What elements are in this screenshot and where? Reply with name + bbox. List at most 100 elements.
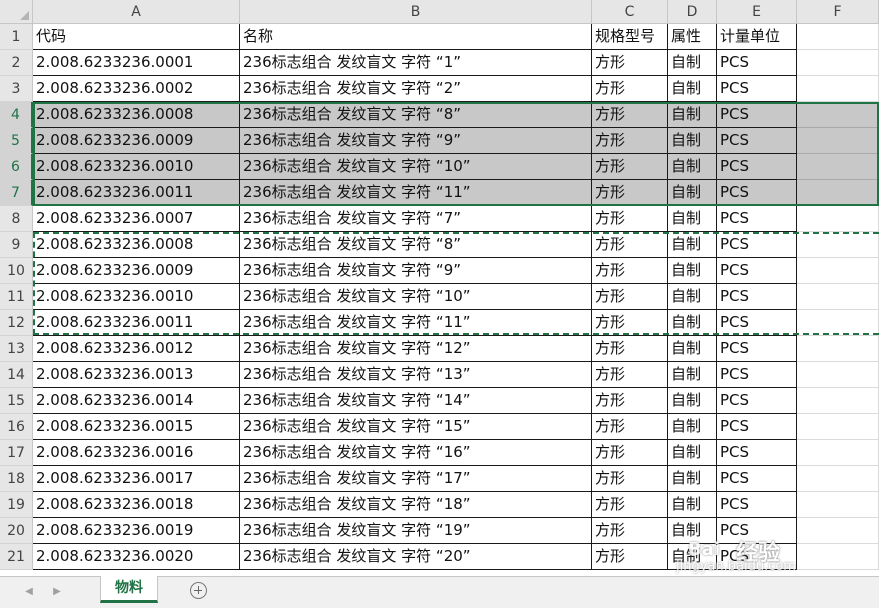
select-all-corner[interactable] [0, 0, 33, 24]
cell-b10[interactable]: 236标志组合 发纹盲文 字符 “9” [240, 258, 592, 284]
cell-d12[interactable]: 自制 [668, 310, 717, 336]
cell-a3[interactable]: 2.008.6233236.0002 [33, 76, 240, 102]
cell-f10[interactable] [797, 258, 879, 284]
cell-e13[interactable]: PCS [717, 336, 797, 362]
cell-b11[interactable]: 236标志组合 发纹盲文 字符 “10” [240, 284, 592, 310]
cell-e2[interactable]: PCS [717, 50, 797, 76]
cell-e16[interactable]: PCS [717, 414, 797, 440]
row-header-4[interactable]: 4 [0, 102, 33, 128]
cell-c16[interactable]: 方形 [592, 414, 668, 440]
row-header-8[interactable]: 8 [0, 206, 33, 232]
cell-b18[interactable]: 236标志组合 发纹盲文 字符 “17” [240, 466, 592, 492]
cell-f12[interactable] [797, 310, 879, 336]
cell-a17[interactable]: 2.008.6233236.0016 [33, 440, 240, 466]
cell-c15[interactable]: 方形 [592, 388, 668, 414]
cell-e12[interactable]: PCS [717, 310, 797, 336]
cell-d11[interactable]: 自制 [668, 284, 717, 310]
cell-e19[interactable]: PCS [717, 492, 797, 518]
cell-c21[interactable]: 方形 [592, 544, 668, 570]
cell-f8[interactable] [797, 206, 879, 232]
cell-d14[interactable]: 自制 [668, 362, 717, 388]
cell-c7[interactable]: 方形 [592, 180, 668, 206]
row-header-11[interactable]: 11 [0, 284, 33, 310]
cell-f21[interactable] [797, 544, 879, 570]
cell-b13[interactable]: 236标志组合 发纹盲文 字符 “12” [240, 336, 592, 362]
row-header-19[interactable]: 19 [0, 492, 33, 518]
cell-b12[interactable]: 236标志组合 发纹盲文 字符 “11” [240, 310, 592, 336]
cell-c19[interactable]: 方形 [592, 492, 668, 518]
cell-e9[interactable]: PCS [717, 232, 797, 258]
cell-e5[interactable]: PCS [717, 128, 797, 154]
cell-a20[interactable]: 2.008.6233236.0019 [33, 518, 240, 544]
next-sheet-icon[interactable]: ▶ [50, 585, 64, 599]
cell-a12[interactable]: 2.008.6233236.0011 [33, 310, 240, 336]
cell-a19[interactable]: 2.008.6233236.0018 [33, 492, 240, 518]
row-header-1[interactable]: 1 [0, 24, 33, 50]
cell-c10[interactable]: 方形 [592, 258, 668, 284]
cell-e6[interactable]: PCS [717, 154, 797, 180]
row-header-15[interactable]: 15 [0, 388, 33, 414]
cell-d8[interactable]: 自制 [668, 206, 717, 232]
cell-a7[interactable]: 2.008.6233236.0011 [33, 180, 240, 206]
cell-f16[interactable] [797, 414, 879, 440]
column-header-a[interactable]: A [33, 0, 240, 24]
cell-a9[interactable]: 2.008.6233236.0008 [33, 232, 240, 258]
cell-d3[interactable]: 自制 [668, 76, 717, 102]
cell-e15[interactable]: PCS [717, 388, 797, 414]
cell-d17[interactable]: 自制 [668, 440, 717, 466]
cell-b20[interactable]: 236标志组合 发纹盲文 字符 “19” [240, 518, 592, 544]
cell-f1[interactable] [797, 24, 879, 50]
cell-a5[interactable]: 2.008.6233236.0009 [33, 128, 240, 154]
cell-d18[interactable]: 自制 [668, 466, 717, 492]
cell-d20[interactable]: 自制 [668, 518, 717, 544]
cell-a8[interactable]: 2.008.6233236.0007 [33, 206, 240, 232]
cell-d21[interactable]: 自制 [668, 544, 717, 570]
cell-b8[interactable]: 236标志组合 发纹盲文 字符 “7” [240, 206, 592, 232]
cell-b4[interactable]: 236标志组合 发纹盲文 字符 “8” [240, 102, 592, 128]
row-header-21[interactable]: 21 [0, 544, 33, 570]
cell-c1[interactable]: 规格型号 [592, 24, 668, 50]
row-header-3[interactable]: 3 [0, 76, 33, 102]
cell-b9[interactable]: 236标志组合 发纹盲文 字符 “8” [240, 232, 592, 258]
cell-e21[interactable]: PCS [717, 544, 797, 570]
cell-b7[interactable]: 236标志组合 发纹盲文 字符 “11” [240, 180, 592, 206]
cell-e1[interactable]: 计量单位 [717, 24, 797, 50]
cell-e3[interactable]: PCS [717, 76, 797, 102]
cell-c9[interactable]: 方形 [592, 232, 668, 258]
cell-b14[interactable]: 236标志组合 发纹盲文 字符 “13” [240, 362, 592, 388]
cell-a15[interactable]: 2.008.6233236.0014 [33, 388, 240, 414]
cell-c4[interactable]: 方形 [592, 102, 668, 128]
cell-f3[interactable] [797, 76, 879, 102]
row-header-7[interactable]: 7 [0, 180, 33, 206]
cell-d16[interactable]: 自制 [668, 414, 717, 440]
row-header-9[interactable]: 9 [0, 232, 33, 258]
row-header-17[interactable]: 17 [0, 440, 33, 466]
column-header-e[interactable]: E [717, 0, 797, 24]
cell-b15[interactable]: 236标志组合 发纹盲文 字符 “14” [240, 388, 592, 414]
cell-d5[interactable]: 自制 [668, 128, 717, 154]
cell-e4[interactable]: PCS [717, 102, 797, 128]
row-header-2[interactable]: 2 [0, 50, 33, 76]
cell-d10[interactable]: 自制 [668, 258, 717, 284]
cell-c2[interactable]: 方形 [592, 50, 668, 76]
cell-b2[interactable]: 236标志组合 发纹盲文 字符 “1” [240, 50, 592, 76]
cell-e17[interactable]: PCS [717, 440, 797, 466]
cell-a10[interactable]: 2.008.6233236.0009 [33, 258, 240, 284]
cell-f11[interactable] [797, 284, 879, 310]
prev-sheet-icon[interactable]: ◀ [22, 585, 36, 599]
cell-f6[interactable] [797, 154, 879, 180]
add-sheet-icon[interactable] [190, 582, 207, 599]
cell-f18[interactable] [797, 466, 879, 492]
row-header-16[interactable]: 16 [0, 414, 33, 440]
column-header-c[interactable]: C [592, 0, 668, 24]
cell-e20[interactable]: PCS [717, 518, 797, 544]
cell-c5[interactable]: 方形 [592, 128, 668, 154]
cell-b5[interactable]: 236标志组合 发纹盲文 字符 “9” [240, 128, 592, 154]
cell-f14[interactable] [797, 362, 879, 388]
row-header-13[interactable]: 13 [0, 336, 33, 362]
spreadsheet-grid[interactable]: ABCDEF 1 2 3 4 5 6 7 8 9 10 11 12 13 14 15 16 17 18 19 20 21… [0, 0, 879, 576]
cell-d13[interactable]: 自制 [668, 336, 717, 362]
cell-f2[interactable] [797, 50, 879, 76]
row-header-12[interactable]: 12 [0, 310, 33, 336]
cell-c3[interactable]: 方形 [592, 76, 668, 102]
